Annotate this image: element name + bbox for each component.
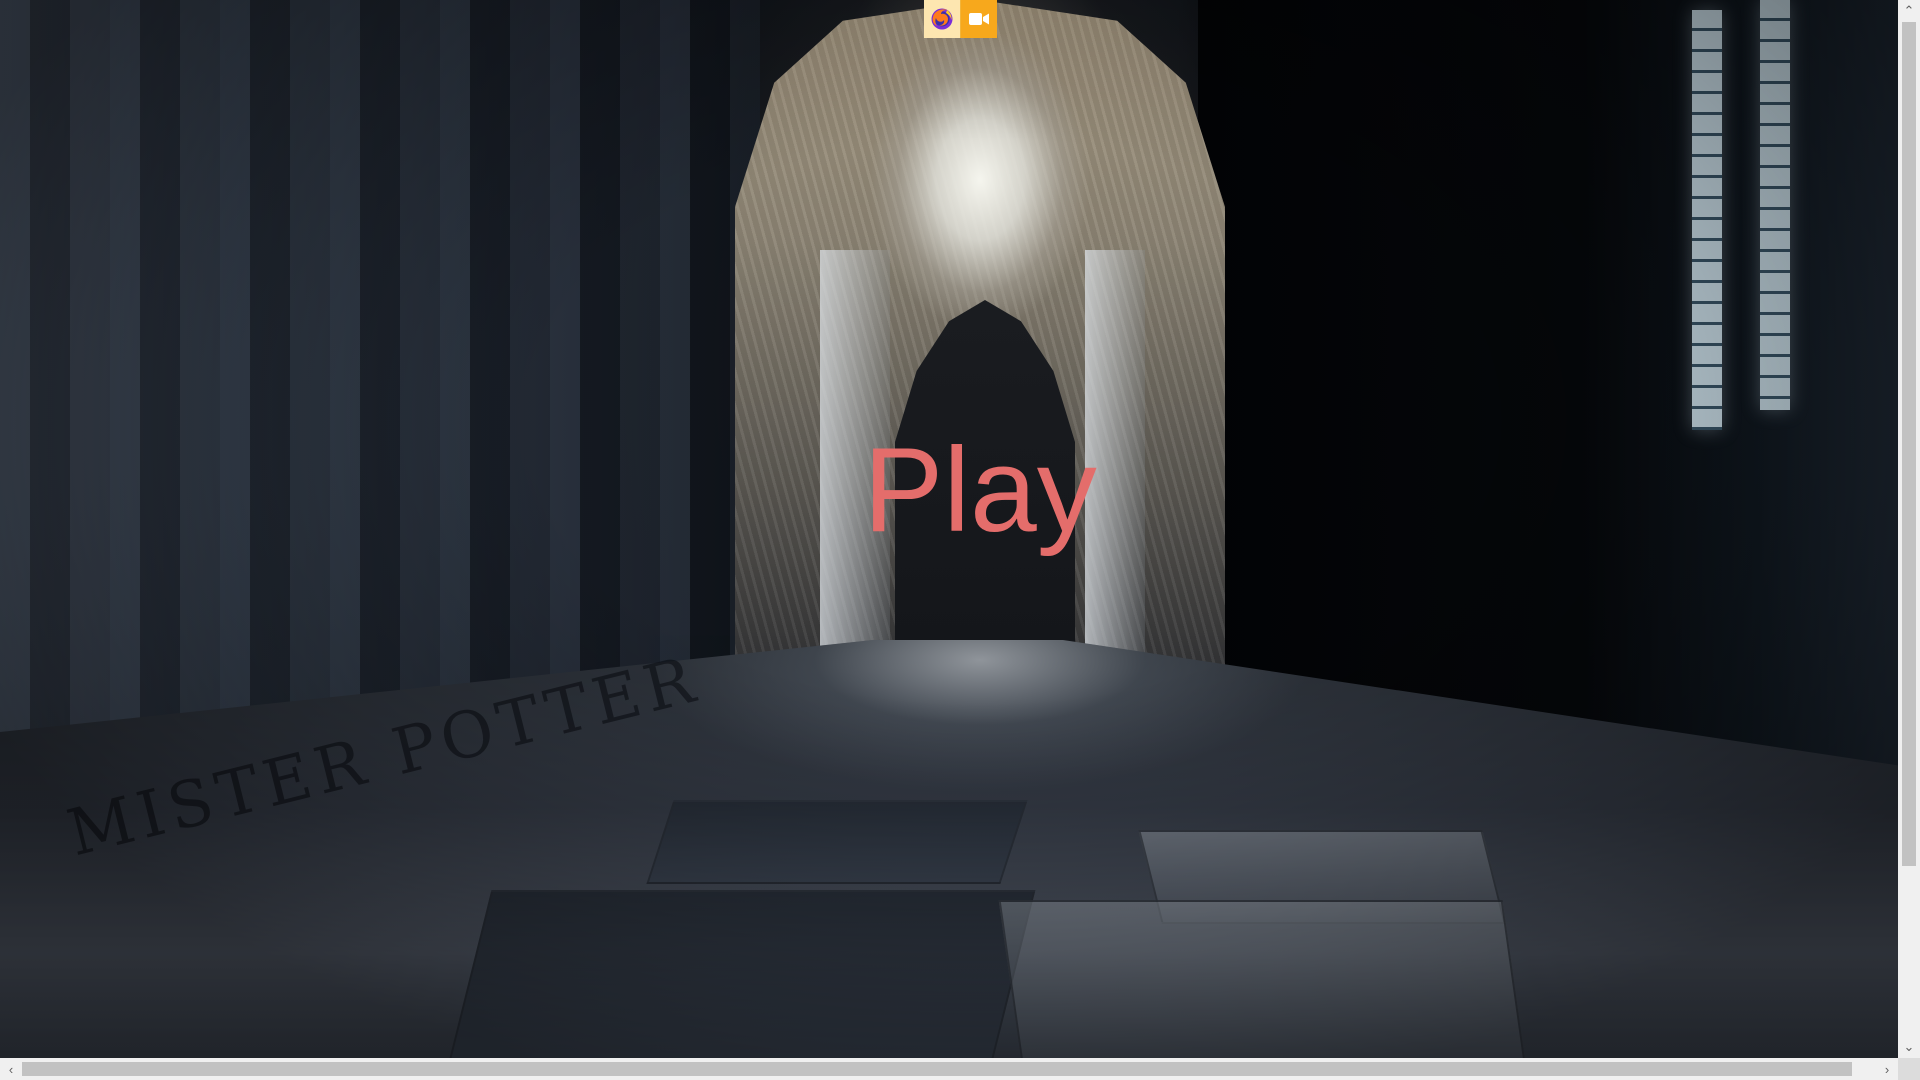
stained-glass-window [1760,0,1790,410]
firefox-button[interactable] [924,0,961,38]
video-camera-button[interactable] [961,0,997,38]
video-camera-icon [969,13,989,25]
floor-slab [448,890,1036,1058]
vertical-scroll-thumb[interactable] [1902,22,1916,866]
game-viewport: MISTER POTTER Play [0,0,1898,1058]
scroll-left-arrow-icon[interactable]: ‹ [0,1058,22,1080]
scroll-down-arrow-icon[interactable]: ⌄ [1898,1036,1920,1058]
vertical-scrollbar[interactable]: ⌃ ⌄ [1898,0,1920,1058]
floor-slab [646,800,1028,884]
scroll-right-arrow-icon[interactable]: › [1876,1058,1898,1080]
firefox-icon [931,8,953,30]
play-button[interactable]: Play [860,420,1100,560]
top-dock [924,0,997,38]
horizontal-scrollbar[interactable]: ‹ › [0,1058,1898,1080]
floor-slab [998,900,1526,1058]
scroll-up-arrow-icon[interactable]: ⌃ [1898,0,1920,22]
scrollbar-corner [1898,1058,1920,1080]
stained-glass-window [1692,10,1722,430]
horizontal-scroll-thumb[interactable] [22,1062,1852,1076]
